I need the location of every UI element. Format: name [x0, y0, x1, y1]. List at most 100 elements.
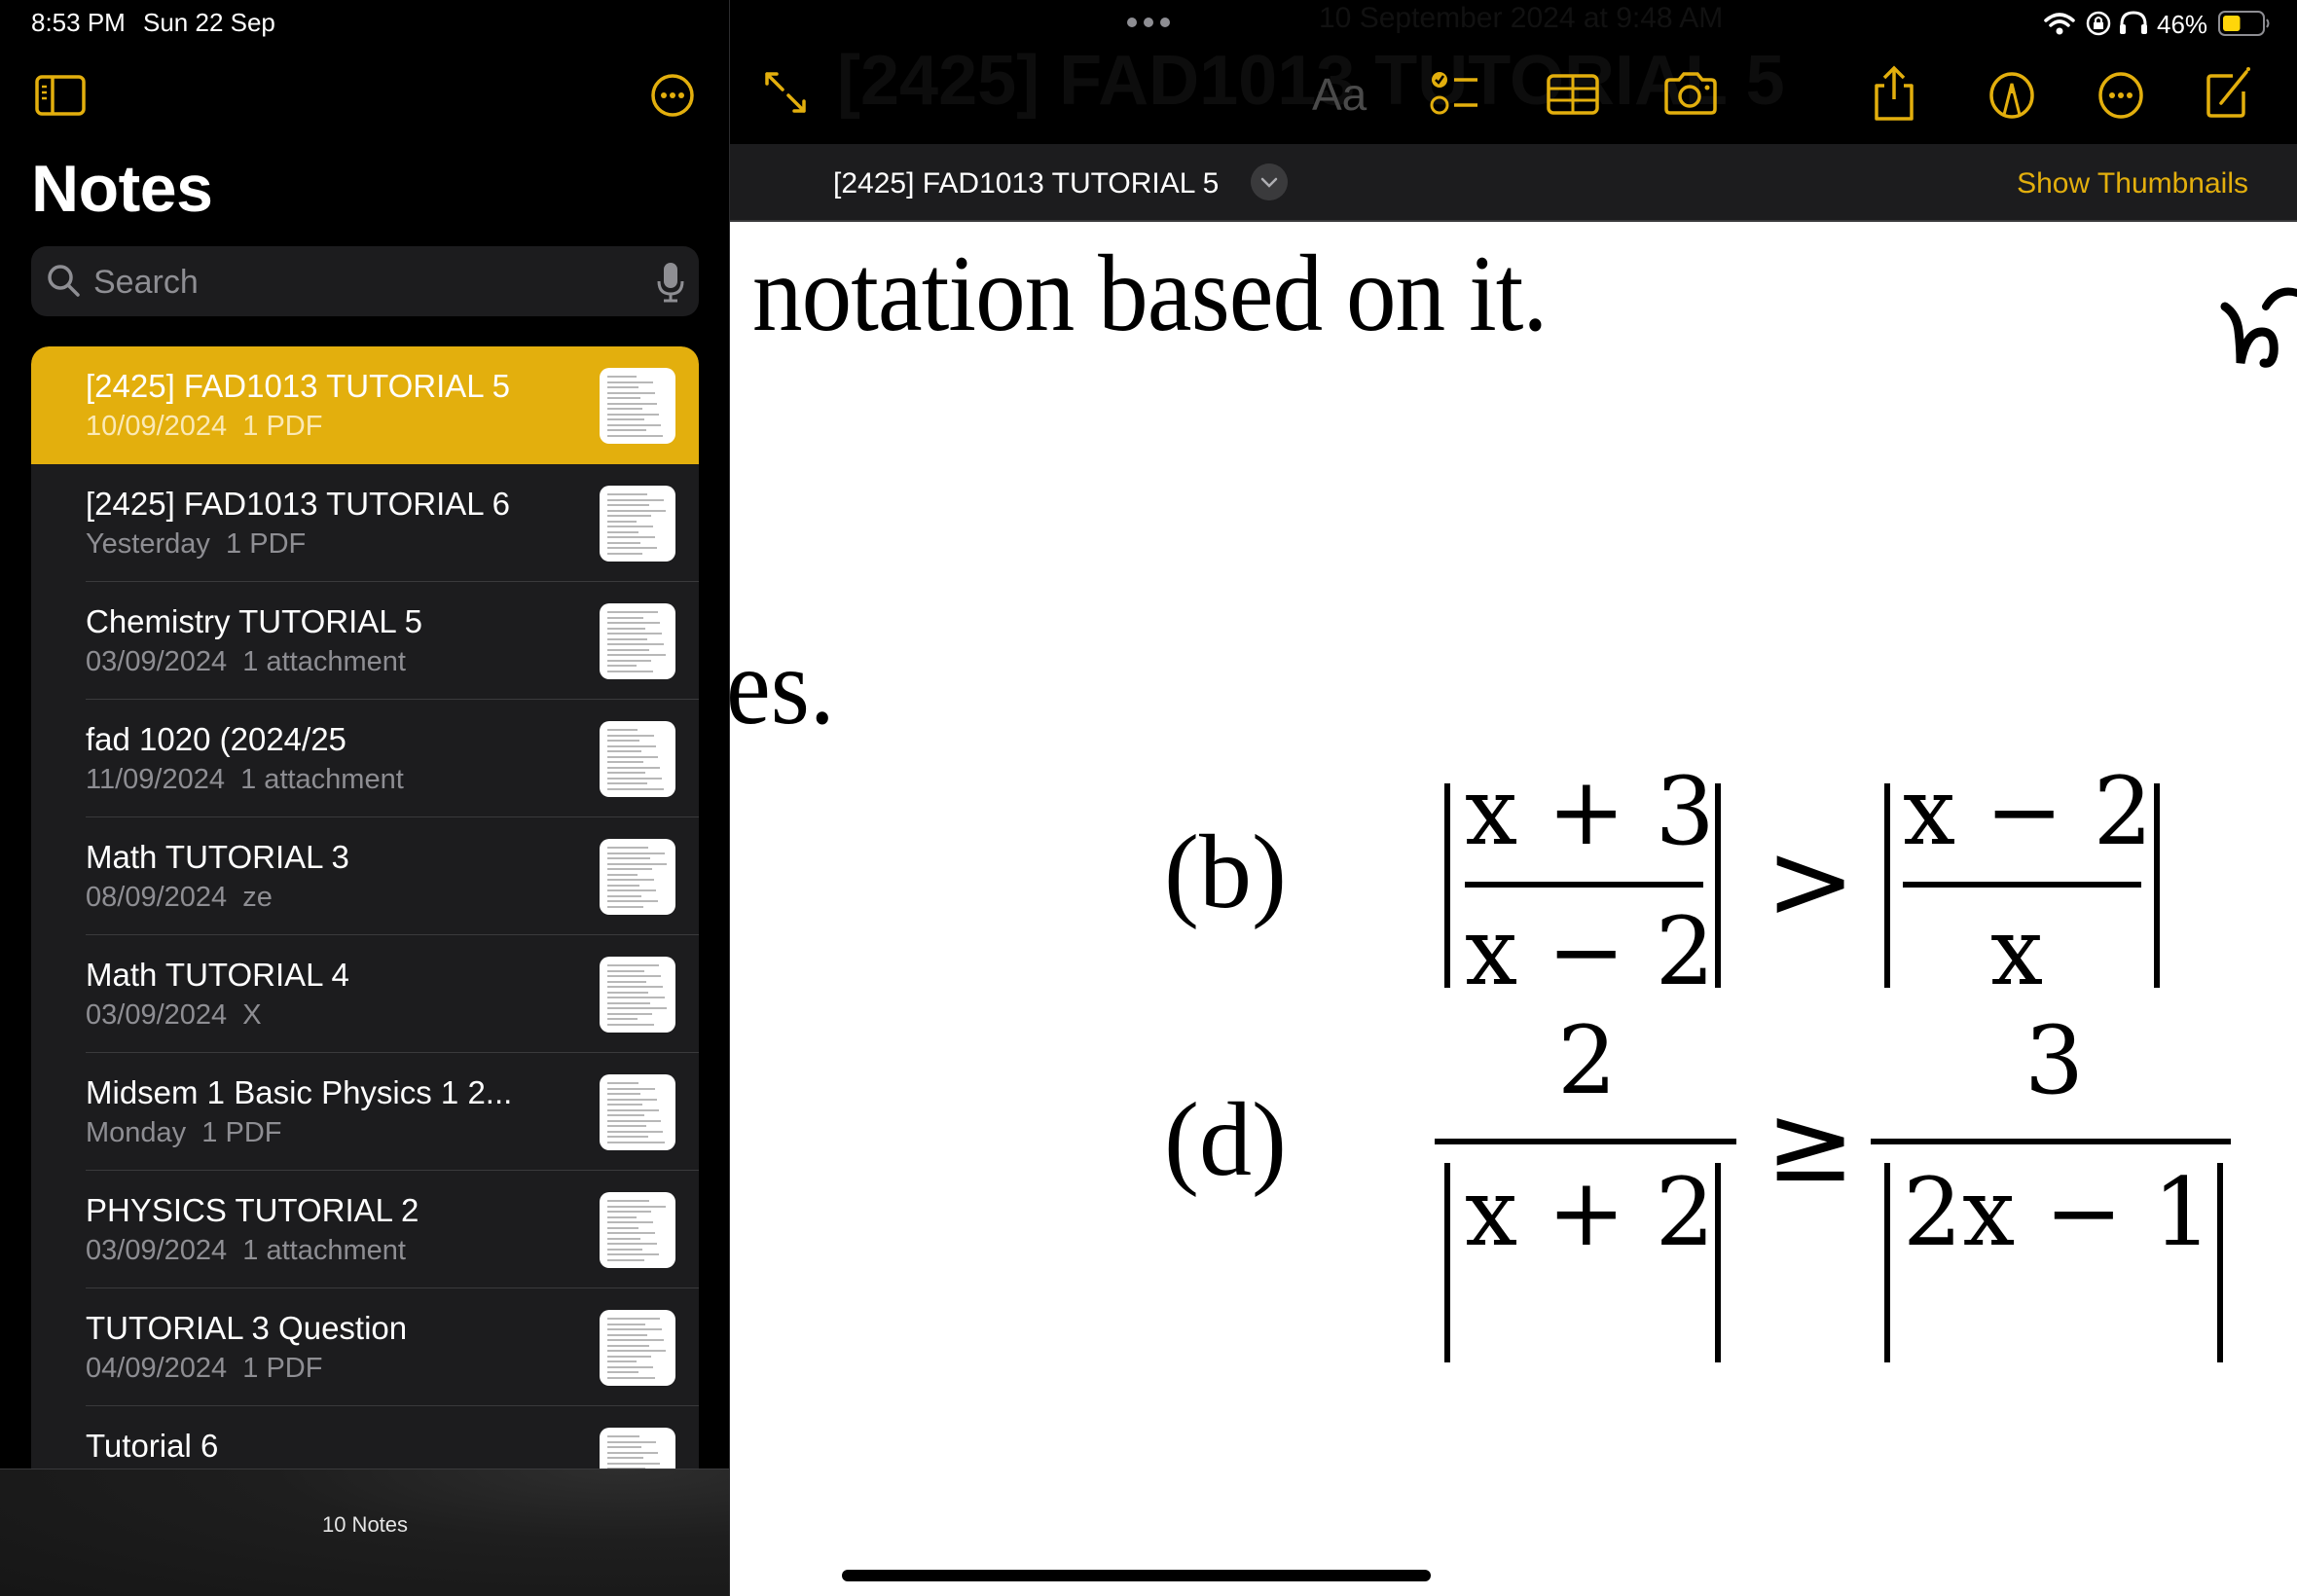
note-date: 11/09/2024 [86, 764, 225, 795]
note-list-item[interactable]: [2425] FAD1013 TUTORIAL 5 10/09/2024 1 PD… [31, 346, 699, 464]
note-date: Yesterday [86, 528, 210, 560]
status-date: Sun 22 Sep [143, 8, 275, 37]
note-meta: Monday 1 PDF [86, 1117, 281, 1149]
document-text: notation based on it. [752, 234, 1548, 354]
note-title: Math TUTORIAL 4 [86, 957, 349, 993]
note-date: 08/09/2024 [86, 882, 228, 913]
note-title: PHYSICS TUTORIAL 2 [86, 1192, 419, 1228]
fraction-denominator: x [1990, 897, 2044, 1006]
note-meta: 10/09/2024 1 PDF [86, 411, 322, 443]
search-input[interactable]: Search [31, 246, 699, 316]
note-list-item[interactable]: Tutorial 6 [31, 1406, 699, 1469]
fraction-denominator: x − 2 [1465, 897, 1715, 1006]
notes-list: [2425] FAD1013 TUTORIAL 5 10/09/2024 1 PD… [31, 346, 699, 1469]
fraction-bar [1903, 882, 2141, 888]
note-title: [2425] FAD1013 TUTORIAL 5 [86, 368, 510, 404]
note-attachment-info: 1 PDF [242, 411, 323, 442]
note-list-item[interactable]: [2425] FAD1013 TUTORIAL 6 Yesterday 1 PDF [31, 464, 699, 582]
page-title: Notes [31, 152, 213, 226]
orientation-lock-icon [2086, 11, 2111, 36]
note-thumbnail [600, 1428, 675, 1469]
problem-label: (d) [1164, 1082, 1287, 1198]
note-thumbnail [600, 368, 675, 444]
fraction-bar [1465, 882, 1703, 888]
relation-symbol: ≥ [1766, 1081, 1856, 1206]
note-meta: 03/09/2024 1 attachment [86, 646, 406, 678]
note-title: Chemistry TUTORIAL 5 [86, 603, 422, 639]
note-meta: 03/09/2024 1 attachment [86, 1235, 406, 1267]
note-attachment-info: 1 PDF [242, 1353, 323, 1384]
note-meta: 11/09/2024 1 attachment [86, 764, 404, 796]
note-attachment-info: 1 attachment [242, 646, 406, 677]
abs-bar [1444, 1163, 1450, 1362]
chevron-down-icon[interactable] [1251, 163, 1288, 200]
fraction-numerator: 2 [1557, 1006, 1618, 1115]
home-indicator[interactable] [842, 1570, 1431, 1581]
status-time: 8:53 PM [31, 8, 126, 37]
expand-icon[interactable] [759, 66, 814, 121]
sidebar-toggle-icon[interactable] [35, 75, 86, 116]
fraction-denominator: x + 2 [1465, 1158, 1715, 1267]
fraction-denominator: 2x − 1 [1903, 1158, 2212, 1267]
microphone-icon[interactable] [656, 262, 685, 303]
note-title: fad 1020 (2024/25 [86, 721, 346, 757]
table-icon[interactable] [1544, 66, 1604, 121]
note-title: Midsem 1 Basic Physics 1 2... [86, 1074, 513, 1110]
note-list-item[interactable]: TUTORIAL 3 Question 04/09/2024 1 PDF [31, 1288, 699, 1406]
note-thumbnail [600, 1192, 675, 1268]
pdf-header: [2425] FAD1013 TUTORIAL 5 Show Thumbnail… [730, 144, 2297, 222]
note-list-item[interactable]: fad 1020 (2024/25 11/09/2024 1 attachment [31, 700, 699, 817]
note-attachment-info: 1 attachment [240, 764, 404, 795]
abs-bar [1715, 783, 1721, 988]
note-meta: 04/09/2024 1 PDF [86, 1353, 322, 1385]
note-title: Tutorial 6 [86, 1428, 219, 1464]
more-icon[interactable] [2096, 66, 2145, 121]
note-list-item[interactable]: Math TUTORIAL 3 08/09/2024 ze [31, 817, 699, 935]
pdf-page[interactable]: notation based on it. es. (b) x + 3 x − … [730, 224, 2297, 1596]
fraction-numerator: 3 [2024, 1006, 2085, 1115]
note-list-item[interactable]: Math TUTORIAL 4 03/09/2024 X [31, 935, 699, 1053]
note-thumbnail [600, 603, 675, 679]
note-date: 03/09/2024 [86, 646, 228, 677]
show-thumbnails-button[interactable]: Show Thumbnails [2017, 167, 2248, 200]
note-date: 03/09/2024 [86, 1235, 228, 1266]
markup-icon[interactable] [1987, 66, 2036, 121]
note-meta: 03/09/2024 X [86, 999, 262, 1032]
battery-icon [2218, 11, 2270, 36]
multitasking-dots-icon[interactable] [1126, 17, 1171, 28]
note-thumbnail [600, 1310, 675, 1386]
wifi-icon [2044, 13, 2075, 35]
relation-symbol: > [1766, 818, 1856, 943]
problem-label: (b) [1164, 815, 1287, 930]
note-thumbnail [600, 839, 675, 915]
note-detail: 10 September 2024 at 9:48 AM [2425] FAD1… [730, 0, 2297, 1596]
note-thumbnail [600, 721, 675, 797]
share-icon[interactable] [1871, 64, 1917, 123]
note-list-item[interactable]: Midsem 1 Basic Physics 1 2... Monday 1 PD… [31, 1053, 699, 1171]
note-date: 04/09/2024 [86, 1353, 228, 1384]
camera-icon[interactable] [1660, 66, 1721, 121]
pdf-title: [2425] FAD1013 TUTORIAL 5 [833, 167, 1220, 200]
headphones-icon [2120, 11, 2147, 34]
note-thumbnail [600, 957, 675, 1033]
search-placeholder: Search [93, 264, 199, 301]
note-list-item[interactable]: PHYSICS TUTORIAL 2 03/09/2024 1 attachmen… [31, 1171, 699, 1288]
format-text-button[interactable]: Aa [1312, 68, 1367, 121]
note-title: TUTORIAL 3 Question [86, 1310, 408, 1346]
status-icons [2044, 11, 2270, 36]
checklist-icon[interactable] [1427, 66, 1485, 121]
more-options-icon[interactable] [650, 73, 695, 118]
note-list-item[interactable]: Chemistry TUTORIAL 5 03/09/2024 1 attachm… [31, 582, 699, 700]
list-footer: 10 Notes [0, 1469, 730, 1596]
abs-bar [2154, 783, 2160, 988]
note-attachment-info: 1 PDF [201, 1117, 282, 1148]
abs-bar [1884, 1163, 1890, 1362]
document-text: es. [730, 627, 835, 747]
compose-icon[interactable] [2204, 62, 2254, 121]
fraction-bar [1435, 1139, 1736, 1144]
note-attachment-info: ze [242, 882, 273, 913]
abs-bar [1884, 783, 1890, 988]
note-date: Monday [86, 1117, 187, 1148]
note-date: 10/09/2024 [86, 411, 228, 442]
note-date: 03/09/2024 [86, 999, 228, 1031]
